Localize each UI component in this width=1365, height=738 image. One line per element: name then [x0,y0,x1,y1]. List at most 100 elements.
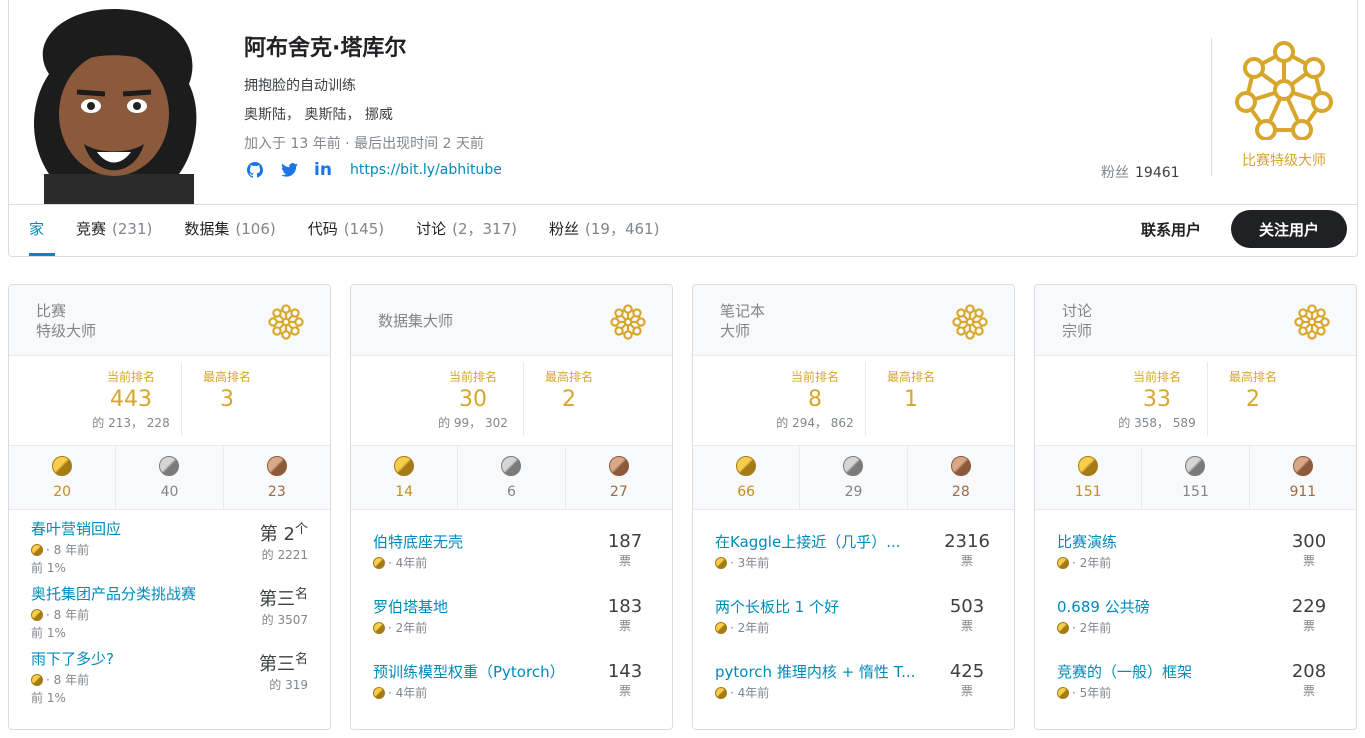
follow-user-button[interactable]: 关注用户 [1231,210,1347,248]
item-title-link[interactable]: 伯特底座无壳 [373,531,583,552]
highest-rank: 最高排名 2 [544,370,593,412]
item-title-link[interactable]: 两个长板比 1 个好 [715,596,925,617]
silver-medal-icon [501,456,522,476]
vote-count: 183 票 [607,596,643,633]
gold-medal-icon [1057,556,1069,569]
gold-medal-icon [715,556,727,569]
divider [1211,38,1212,176]
gold-medal-icon [373,556,385,569]
gold-medals: 151 [1035,446,1141,509]
tab-discussion[interactable]: 讨论 (2，317) [416,218,517,239]
bronze-medal-icon [608,456,629,476]
vote-count: 503 票 [949,596,985,633]
item-title-link[interactable]: pytorch 推理内核 + 惰性 T... [715,661,925,682]
bronze-medal-icon [266,456,287,476]
tab-home[interactable]: 家 [29,218,44,239]
bronze-medals: 911 [1248,446,1356,509]
highest-rank: 最高排名 2 [1228,370,1277,412]
bronze-medals: 23 [222,446,330,509]
divider [181,362,182,436]
datasets-card: 数据集大师 当前排名 30 的 99， 302 最高排名 2 14 6 27 伯… [350,284,673,730]
tab-competitions[interactable]: 竞赛 (231) [76,218,152,239]
medal-counts: 66 29 28 [693,446,1014,510]
bronze-medals: 27 [564,446,672,509]
tier-badge-icon [610,304,646,340]
rank-row: 当前排名 443 的 213， 228 最高排名 3 [9,356,330,446]
item-title-link[interactable]: 雨下了多少? [31,648,241,669]
card-header: 比赛 特级大师 [9,285,330,356]
vote-count: 143 票 [607,661,643,698]
placement: 第 2个的 2221 [259,522,308,562]
vote-count: 187 票 [607,531,643,568]
active-tab-indicator [29,253,55,256]
vote-count: 229 票 [1291,596,1327,633]
tier-label: 比赛特级大师 [1242,153,1326,169]
item-title-link[interactable]: 奥托集团产品分类挑战赛 [31,583,241,604]
vote-count: 425 票 [949,661,985,698]
current-rank: 当前排名 30 的 99， 302 [438,370,508,430]
profile-bio: 拥抱脸的自动训练 [244,78,356,94]
highest-rank: 最高排名 3 [202,370,251,412]
item-title-link[interactable]: 在Kaggle上接近（几乎）... [715,531,925,552]
tab-followers[interactable]: 粉丝 (19，461) [549,218,659,239]
bronze-medal-icon [950,456,971,476]
gold-medal-icon [1057,686,1069,699]
profile-tabs: 家 竞赛 (231) 数据集 (106) 代码 (145) 讨论 (2，317) 粉丝(… [29,218,691,239]
rank-row: 当前排名 33 的 358， 589 最高排名 2 [1035,356,1356,446]
gold-medal-icon [1057,621,1069,634]
contact-user-button[interactable]: 联系用户 [1141,219,1201,240]
twitter-icon[interactable] [278,160,300,180]
item-title-link[interactable]: 比赛演练 [1057,531,1267,552]
card-header: 笔记本 大师 [693,285,1014,356]
vote-count: 208 票 [1291,661,1327,698]
tab-code[interactable]: 代码 (145) [308,218,384,239]
placement: 第三名的 3507 [258,587,308,627]
silver-medals: 6 [457,446,564,509]
silver-medal-icon [843,456,864,476]
avatar[interactable] [19,4,209,204]
medal-counts: 151 151 911 [1035,446,1356,510]
card-header: 数据集大师 [351,285,672,356]
card-header: 讨论 宗师 [1035,285,1356,356]
card-title: 笔记本 大师 [720,302,766,340]
item-title-link[interactable]: 竞赛的（一般）框架 [1057,661,1267,682]
vote-count: 300 票 [1291,531,1327,568]
item-title-link[interactable]: 春叶营销回应 [31,518,241,539]
tier-badge-icon [268,304,304,340]
list-item: 在Kaggle上接近（几乎）... · 3年前 2316 票 [715,531,992,591]
notebooks-card: 笔记本 大师 当前排名 8 的 294， 862 最高排名 1 66 29 28… [692,284,1015,730]
profile-name: 阿布舍克·塔库尔 [244,36,407,61]
gold-medal-icon [31,543,43,556]
item-title-link[interactable]: 罗伯塔基地 [373,596,583,617]
tier-badge-icon [1294,304,1330,340]
silver-medals: 29 [799,446,906,509]
gold-medal-icon [715,621,727,634]
competitions-card: 比赛 特级大师 当前排名 443 的 213， 228 最高排名 3 20 40… [8,284,331,730]
gold-medal-icon [373,621,385,634]
silver-medals: 40 [115,446,222,509]
list-item: 两个长板比 1 个好 · 2年前 503 票 [715,596,992,656]
profile-location: 奥斯陆， 奥斯陆， 挪威 [244,107,393,123]
gold-medal-icon [31,608,43,621]
gold-medal-icon [52,456,73,476]
github-icon[interactable] [244,160,266,180]
placement: 第三名的 319 [258,652,308,692]
gold-medals: 66 [693,446,799,509]
tab-datasets[interactable]: 数据集 (106) [184,218,275,239]
profile-link[interactable]: https://bit.ly/abhitube [350,162,502,178]
item-title-link[interactable]: 0.689 公共磅 [1057,596,1267,617]
tier-badge-icon [952,304,988,340]
list-item: 雨下了多少? · 8 年前 前 1% 第三名的 319 [31,648,308,705]
list-item: 春叶营销回应 · 8 年前 前 1% 第 2个的 2221 [31,518,308,575]
card-title: 比赛 特级大师 [36,302,97,340]
medal-counts: 14 6 27 [351,446,672,510]
item-title-link[interactable]: 预训练模型权重（Pytorch） [373,661,583,682]
silver-medal-icon [1185,456,1206,476]
linkedin-icon[interactable]: in [312,160,334,180]
current-rank: 当前排名 33 的 358， 589 [1118,370,1196,430]
discussion-card: 讨论 宗师 当前排名 33 的 358， 589 最高排名 2 151 151 … [1034,284,1357,730]
tabs-divider [9,204,1358,205]
gold-medal-icon [715,686,727,699]
card-title: 讨论 宗师 [1062,302,1093,340]
rank-row: 当前排名 30 的 99， 302 最高排名 2 [351,356,672,446]
